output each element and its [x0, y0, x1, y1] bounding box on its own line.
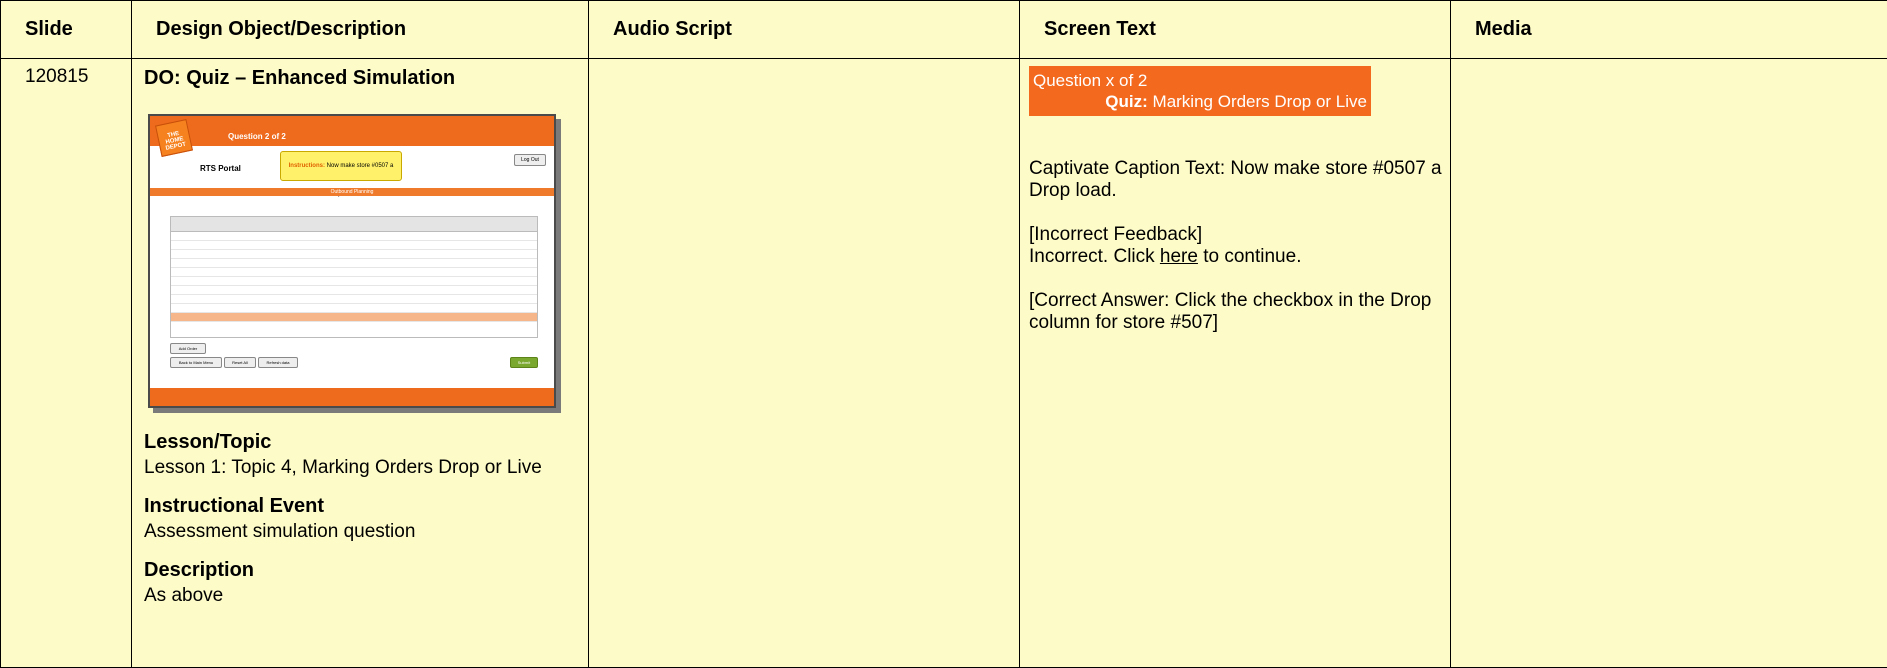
feedback-prefix: Incorrect. Click [1029, 246, 1160, 267]
lesson-topic-heading: Lesson/Topic [144, 430, 588, 455]
design-cell: DO: Quiz – Enhanced Simulation Question … [132, 59, 589, 668]
grid-row [171, 268, 537, 277]
grid-row [171, 250, 537, 259]
feedback-heading: [Incorrect Feedback] [1029, 224, 1442, 246]
thumbnail-question-label: Question 2 of 2 [228, 124, 286, 149]
simulation-thumbnail: Question 2 of 2 THE HOME DEPOT RTS Porta… [148, 114, 556, 408]
feedback-text: Incorrect. Click here to continue. [1029, 246, 1442, 268]
grid-row [171, 232, 537, 241]
correct-answer-text: [Correct Answer: Click the checkbox in t… [1029, 290, 1442, 334]
header-screen-text: Screen Text [1020, 1, 1451, 59]
grid-row [171, 304, 537, 313]
thumbnail-store-grid [170, 216, 538, 338]
thumbnail-refresh-button: Refresh data [258, 357, 298, 368]
quiz-title: Marking Orders Drop or Live [1153, 92, 1367, 111]
header-media: Media [1451, 1, 1887, 59]
thumbnail-portal-title: RTS Portal [200, 156, 241, 181]
design-object-title: DO: Quiz – Enhanced Simulation [144, 66, 588, 91]
thumbnail-add-order-button: Add Order [170, 343, 206, 354]
thumbnail-reset-button: Reset All [224, 357, 256, 368]
lesson-topic-text: Lesson 1: Topic 4, Marking Orders Drop o… [144, 455, 564, 480]
grid-row [171, 295, 537, 304]
thumbnail-logout-button: Log Out [514, 154, 546, 166]
description-heading: Description [144, 558, 588, 583]
instruction-text: Now make store #0507 a [327, 163, 394, 169]
thumbnail-footer [150, 388, 554, 406]
instruction-prefix: Instructions: [289, 163, 325, 169]
feedback-suffix: to continue. [1198, 246, 1302, 267]
home-depot-logo: THE HOME DEPOT [155, 119, 193, 157]
quiz-label: Quiz: [1105, 92, 1148, 111]
thumbnail-topbar: Question 2 of 2 [150, 116, 554, 146]
thumbnail-back-button: Back to Main Menu [170, 357, 222, 368]
media-cell [1451, 59, 1887, 668]
thumbnail-band: Outbound Planning [150, 188, 554, 196]
slide-row: 120815 DO: Quiz – Enhanced Simulation Qu… [1, 59, 1887, 668]
question-counter: Question x of 2 [1033, 70, 1367, 91]
instructional-event-text: Assessment simulation question [144, 519, 588, 544]
grid-row [171, 286, 537, 295]
header-design: Design Object/Description [132, 1, 589, 59]
header-audio: Audio Script [589, 1, 1020, 59]
grid-header [171, 217, 537, 232]
grid-row [171, 241, 537, 250]
description-text: As above [144, 583, 588, 608]
header-slide: Slide [1, 1, 132, 59]
grid-row-selected [171, 313, 537, 322]
continue-link[interactable]: here [1160, 246, 1198, 267]
header-row: Slide Design Object/Description Audio Sc… [1, 1, 1887, 59]
quiz-title-line: Quiz: Marking Orders Drop or Live [1033, 91, 1367, 112]
slide-number: 120815 [1, 59, 131, 88]
thumbnail-submit-button: Submit [510, 357, 538, 368]
screen-text-cell: Question x of 2 Quiz: Marking Orders Dro… [1020, 59, 1451, 668]
caption-text: Captivate Caption Text: Now make store #… [1029, 158, 1442, 202]
logo-text: THE HOME DEPOT [158, 129, 191, 153]
instructional-event-heading: Instructional Event [144, 494, 588, 519]
audio-script-cell [589, 59, 1020, 668]
slide-cell: 120815 [1, 59, 132, 668]
grid-row [171, 259, 537, 268]
storyboard-table: Slide Design Object/Description Audio Sc… [0, 0, 1887, 668]
quiz-banner: Question x of 2 Quiz: Marking Orders Dro… [1029, 66, 1371, 116]
thumbnail-instruction-box: Instructions: Now make store #0507 a Dro… [280, 151, 402, 181]
grid-row [171, 277, 537, 286]
